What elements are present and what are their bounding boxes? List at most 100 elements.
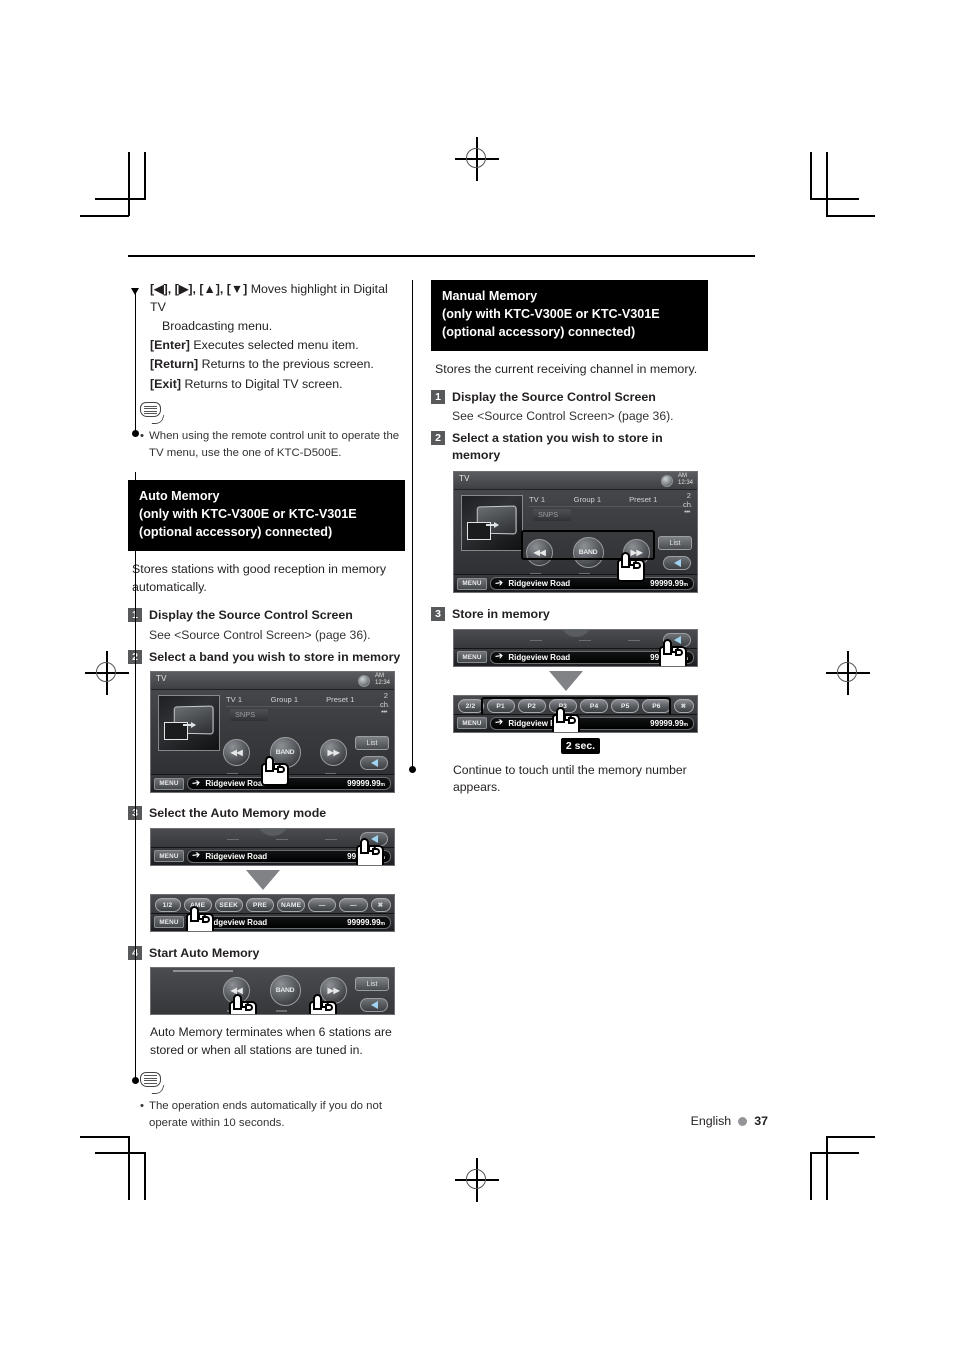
preset-2-button[interactable]: P2 [517,699,546,714]
key-entry: [Return] Returns to the previous screen. [150,355,405,373]
menu-button[interactable]: MENU [457,717,487,730]
next-button[interactable]: ▶▶ [320,738,347,766]
menu-button[interactable]: MENU [457,651,487,664]
key-entry: [Enter] Executes selected menu item. [150,336,405,354]
crop-mark-bottom-right-v1 [810,1152,812,1200]
menu-button[interactable]: MENU [154,916,184,929]
list-button[interactable]: List [355,977,389,992]
key-desc: Executes selected menu item. [193,338,359,353]
preset-1-button[interactable]: P1 [486,699,515,714]
right-column: Manual Memory (only with KTC-V300E or KT… [409,280,708,1132]
key-label: [Return] [150,357,199,372]
auto-memory-intro: Stores stations with good reception in m… [132,562,387,595]
key-label: [◀], [▶], [▲], [▼] [150,282,248,296]
crop-mark-bottom-right-v2 [826,1136,828,1200]
touch-hand-cursor [552,706,580,732]
nav-distance: 99999.99m [650,718,688,728]
nav-road-name: Ridgeview Road [508,579,571,589]
page-indicator-button[interactable]: 1/2 [154,898,181,913]
divider-dash [227,838,239,841]
nav-road-name: Ridgeview Road [508,652,571,662]
registration-mark-left [85,651,129,695]
crop-mark-bottom-right-h3 [826,1136,875,1138]
globe-icon [358,674,370,687]
info-channel: 2 ch [379,690,389,709]
nav-arrow-icon: ➔ [494,650,505,663]
nav-distance: 99999.99m [347,917,385,927]
prev-button[interactable]: ◀◀ [526,538,553,566]
device-strip-back: MENU ➔ Ridgeview Road 99999.99m [150,827,395,866]
crop-mark-top-left-v1 [144,152,146,200]
manual-memory-step-2: 2 Select a station you wish to store in … [431,430,708,463]
menu-button[interactable]: MENU [154,850,184,863]
touch-hand-cursor [617,552,645,583]
back-button[interactable] [360,756,388,771]
info-band: TV 1 [529,495,546,505]
step-title: Display the Source Control Screen [452,389,656,404]
seek-button[interactable]: SEEK [214,898,243,913]
preset-6-button[interactable]: P6 [642,699,671,714]
back-button[interactable] [663,556,691,571]
band-button[interactable]: BAND [269,974,301,1006]
close-icon[interactable]: ✖ [370,898,391,913]
touch-hand-cursor [229,994,257,1015]
preset-5-button[interactable]: P5 [611,699,640,714]
leader-dot-bottom [132,430,140,437]
nav-road-name: Ridgeview Road [205,917,268,927]
touch-hand-cursor [309,994,337,1015]
list-button[interactable]: List [355,736,389,751]
leader-line-keylist [135,288,137,434]
menu-button[interactable]: MENU [457,577,487,590]
note-text: When using the remote control unit to op… [149,430,400,460]
step-title: Start Auto Memory [149,945,260,960]
band-button[interactable]: BAND [572,536,604,568]
empty-button-2[interactable]: — [339,898,368,913]
crop-mark-top-right-h1 [810,198,859,200]
crop-mark-bottom-left-h3 [80,1136,129,1138]
touch-hand-cursor [261,756,289,787]
list-button[interactable]: List [658,536,692,551]
device-bottom-bar: MENU ➔ Ridgeview Road 99999.99m [454,574,697,593]
nav-distance: 99999.99m [650,579,688,589]
key-entry: [Exit] Returns to Digital TV screen. [150,375,405,393]
page-indicator-button[interactable]: 2/2 [457,699,484,714]
pre-button[interactable]: PRE [245,898,275,913]
touch-hand-cursor [186,905,214,931]
divider-dash [530,639,542,642]
note-bullet: • [140,1099,144,1112]
key-desc-cont: Broadcasting menu. [162,318,273,333]
crop-mark-top-left-v2 [128,152,130,216]
device-strip-function-bar: 1/2 AME SEEK PRE NAME — — ✖ MENU ➔ Ridge… [150,893,395,932]
heading-line-2: (only with KTC-V300E or KTC-V301E [442,306,660,321]
manual-memory-section-heading: Manual Memory (only with KTC-V300E or KT… [431,280,708,351]
preset-4-button[interactable]: P4 [580,699,609,714]
leader-dot-auto-memory [132,1077,140,1084]
note-block: • When using the remote control unit to … [140,428,405,462]
device-screenshot-band-select: TV AM 12:34 TV 1 Group 1 Preset 1 2 ch S… [150,671,395,794]
step-subtext: See <Source Control Screen> (page 36). [149,627,371,642]
info-channel: 2 ch [682,490,692,509]
device-subtitle: SNPS [533,509,572,521]
info-preset: Preset 1 [326,695,355,705]
left-column: [◀], [▶], [▲], [▼] Moves highlight in Di… [128,280,405,1132]
device-source-label: TV [459,474,470,484]
crop-mark-top-right-h3 [826,215,875,217]
menu-button[interactable]: MENU [154,777,184,790]
name-button[interactable]: NAME [277,898,306,913]
footer-dot [738,1116,748,1126]
note-block-2: • The operation ends automatically if yo… [140,1098,405,1132]
auto-memory-step-1: 1 Display the Source Control Screen [128,607,405,624]
step-number: 3 [431,607,445,622]
nav-distance: 99999.99m [347,779,385,789]
close-icon[interactable]: ✖ [673,699,694,714]
crop-mark-top-right-v1 [810,152,812,200]
prev-button[interactable]: ◀◀ [223,738,250,766]
empty-button-1[interactable]: — [308,898,337,913]
manual-memory-intro: Stores the current receiving channel in … [435,361,698,376]
touch-hand-cursor [659,638,687,666]
step-number: 2 [431,431,445,446]
nav-road-name: Ridgeview Road [205,779,268,789]
page-top-rule [128,255,755,257]
back-button[interactable] [360,998,388,1013]
note-bullet: • [140,430,144,443]
